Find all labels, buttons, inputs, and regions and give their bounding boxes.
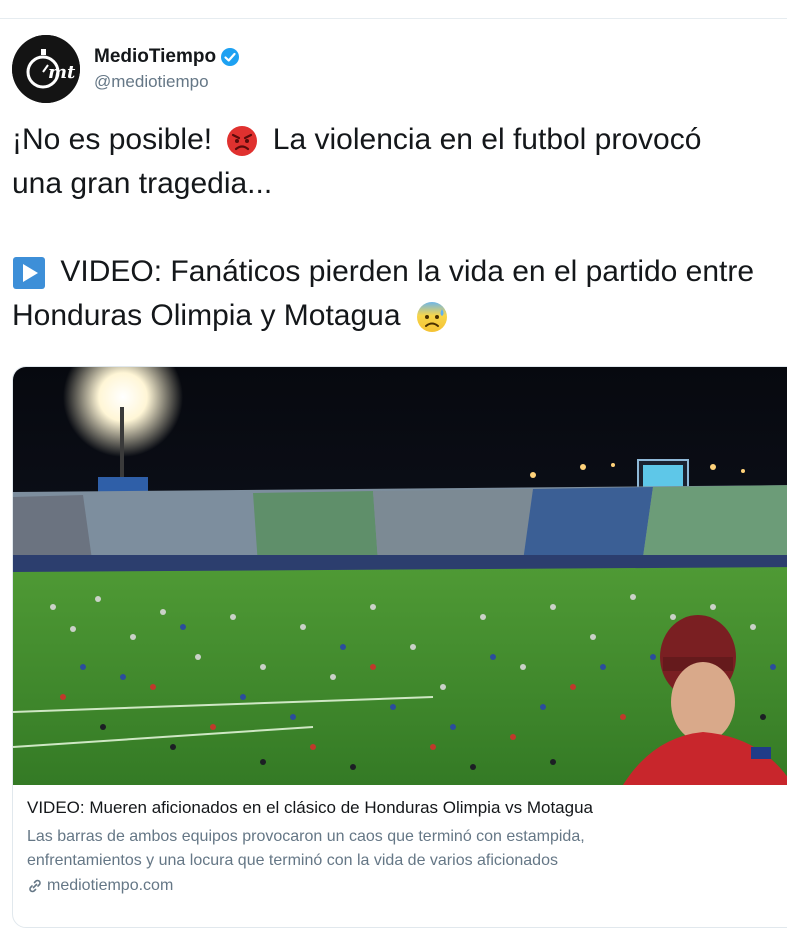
- card-domain-row[interactable]: mediotiempo.com: [27, 877, 787, 895]
- avatar-text: mt: [48, 62, 76, 83]
- tweet-header: mt MedioTiempo @mediotiempo: [12, 34, 240, 104]
- card-domain[interactable]: mediotiempo.com: [47, 877, 173, 895]
- tweet-line-1: ¡No es posible! La violencia en el futbo…: [12, 118, 787, 162]
- tweet-line-3: VIDEO: Fanáticos pierden la vida en el p…: [12, 250, 787, 294]
- mediotiempo-logo-icon: mt: [12, 35, 80, 103]
- display-name[interactable]: MedioTiempo: [94, 46, 216, 68]
- card-body: VIDEO: Mueren aficionados en el clásico …: [13, 785, 787, 907]
- verified-badge-icon: [221, 48, 240, 66]
- tweet-text-segment: Honduras Olimpia y Motagua: [12, 299, 401, 332]
- card-description-line: enfrentamientos y una locura que terminó…: [27, 852, 558, 869]
- tweet-line-2: una gran tragedia...: [12, 167, 273, 200]
- account-handle[interactable]: @mediotiempo: [94, 72, 240, 92]
- link-card[interactable]: VIDEO: Mueren aficionados en el clásico …: [12, 366, 787, 928]
- play-button-icon: [13, 257, 45, 290]
- card-description: Las barras de ambos equipos provocaron u…: [27, 825, 787, 873]
- tweet-text: ¡No es posible! La violencia en el futbo…: [12, 118, 787, 338]
- link-icon: [29, 879, 41, 893]
- tweet-text-segment: ¡No es posible!: [12, 123, 213, 156]
- account-names: MedioTiempo @mediotiempo: [94, 46, 240, 92]
- avatar[interactable]: mt: [12, 35, 80, 103]
- tweet-text-segment: La violencia en el futbol provocó: [272, 123, 702, 156]
- stadium-crowd-photo[interactable]: [13, 367, 787, 785]
- card-title[interactable]: VIDEO: Mueren aficionados en el clásico …: [27, 797, 787, 819]
- anxious-face-with-sweat-icon: [416, 302, 447, 333]
- angry-face-icon: [227, 126, 258, 157]
- card-description-line: Las barras de ambos equipos provocaron u…: [27, 828, 585, 845]
- top-divider: [0, 18, 787, 19]
- tweet-text-segment: VIDEO: Fanáticos pierden la vida en el p…: [60, 255, 755, 288]
- tweet-line-4: Honduras Olimpia y Motagua: [12, 294, 787, 338]
